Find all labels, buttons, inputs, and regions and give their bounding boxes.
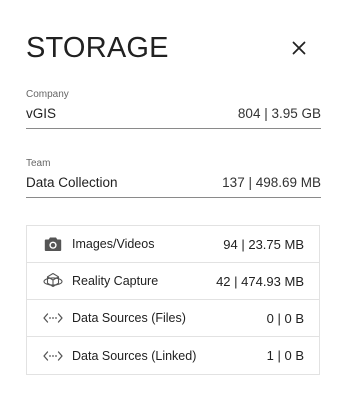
images-videos-label: Images/Videos <box>72 237 155 251</box>
data-sources-files-label: Data Sources (Files) <box>72 311 186 325</box>
reality-capture-label: Reality Capture <box>72 274 159 288</box>
code-arrows-icon <box>42 347 64 365</box>
team-section: Team Data Collection 137 | 498.69 MB <box>26 158 321 198</box>
close-button[interactable] <box>288 37 310 59</box>
storage-breakdown: Images/Videos 94 | 23.75 MB Reality Capt… <box>26 225 320 375</box>
data-sources-files-value: 0 | 0 B <box>266 310 304 326</box>
reality-capture-value: 42 | 474.93 MB <box>216 273 304 289</box>
page-title: STORAGE <box>26 31 169 64</box>
team-name: Data Collection <box>26 175 118 190</box>
list-item-data-sources-linked: Data Sources (Linked) 1 | 0 B <box>27 337 319 374</box>
company-label: Company <box>26 89 69 100</box>
reality-capture-icon <box>42 272 64 290</box>
company-usage: 804 | 3.95 GB <box>237 106 321 121</box>
team-usage: 137 | 498.69 MB <box>222 175 321 190</box>
data-sources-linked-label: Data Sources (Linked) <box>72 348 197 363</box>
data-sources-linked-value: 1 | 0 B <box>266 348 304 363</box>
list-item-images-videos: Images/Videos 94 | 23.75 MB <box>27 226 319 263</box>
code-arrows-icon <box>42 309 64 327</box>
team-row: Data Collection 137 | 498.69 MB <box>26 175 321 198</box>
company-row: vGIS 804 | 3.95 GB <box>26 106 321 129</box>
images-videos-value: 94 | 23.75 MB <box>223 236 304 252</box>
camera-icon <box>42 235 64 253</box>
list-item-data-sources-files: Data Sources (Files) 0 | 0 B <box>27 300 319 337</box>
storage-panel: STORAGE Company vGIS 804 | 3.95 GB Team … <box>0 0 346 401</box>
panel-header: STORAGE <box>26 28 320 68</box>
list-item-reality-capture: Reality Capture 42 | 474.93 MB <box>27 263 319 300</box>
company-section: Company vGIS 804 | 3.95 GB <box>26 89 321 129</box>
close-icon <box>292 41 306 55</box>
team-label: Team <box>26 158 51 169</box>
company-name: vGIS <box>26 106 57 121</box>
